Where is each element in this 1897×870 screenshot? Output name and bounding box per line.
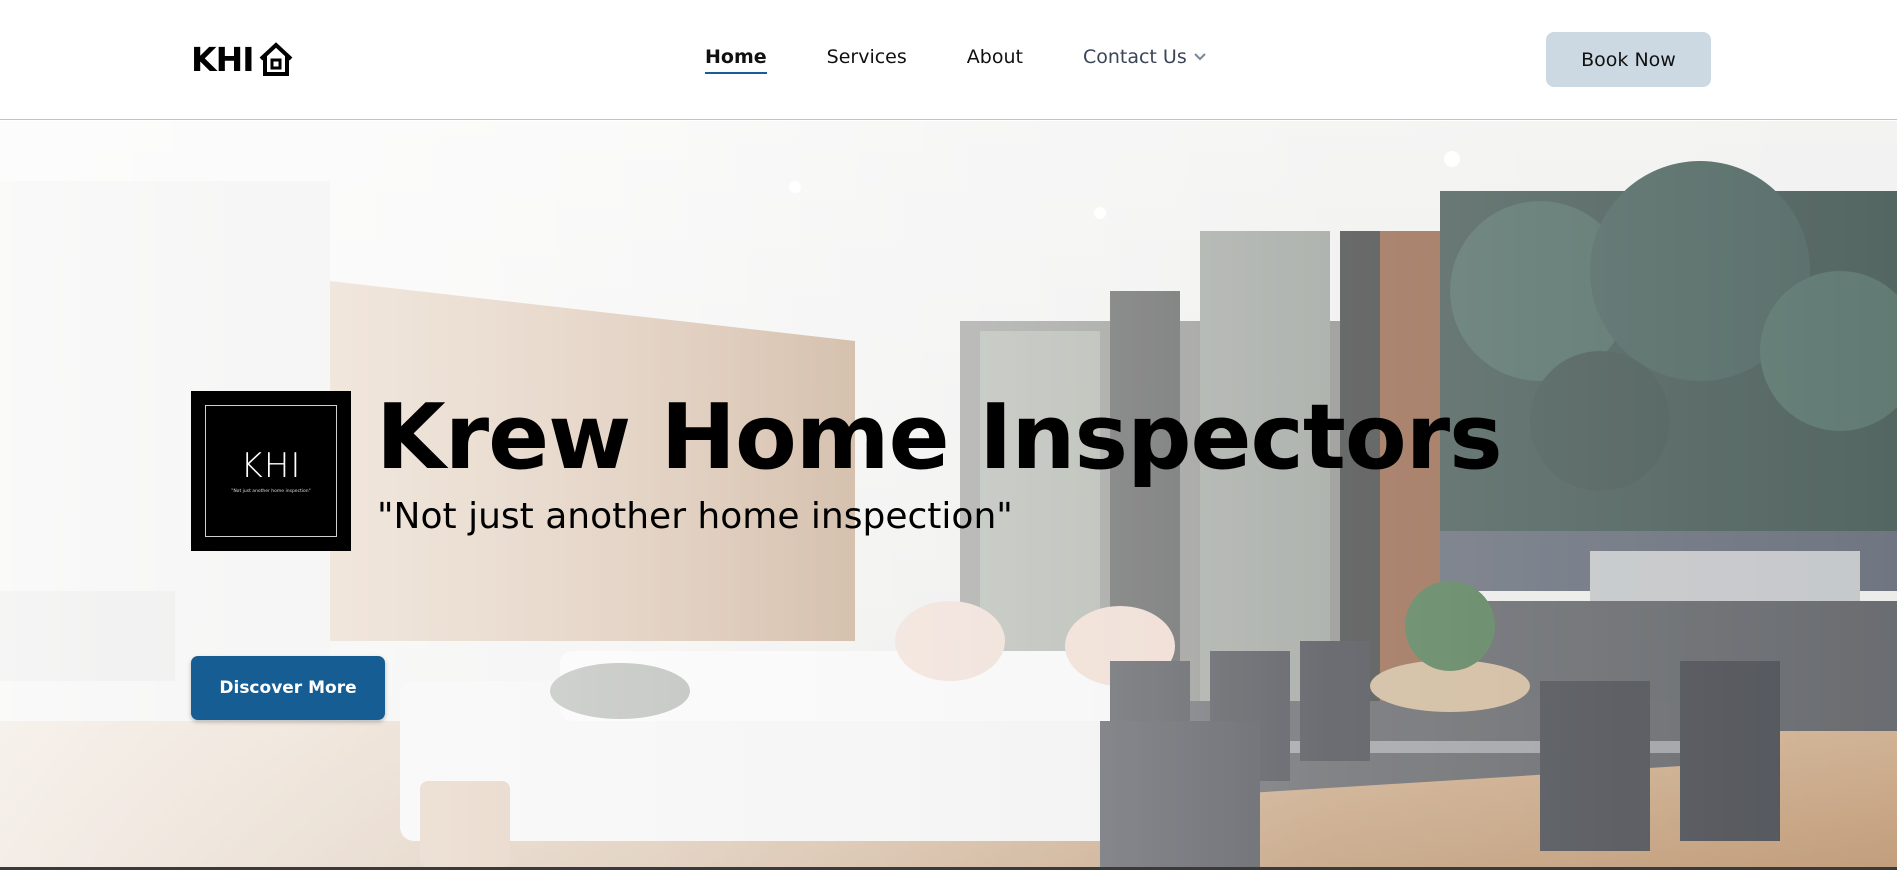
logo-text: KHI	[191, 39, 254, 79]
hero-subtitle: "Not just another home inspection"	[377, 496, 1013, 537]
nav-contact-label: Contact Us	[1082, 46, 1187, 68]
discover-more-button[interactable]: Discover More	[191, 656, 385, 720]
chevron-down-icon	[1194, 53, 1206, 61]
hero-logo-box: KHI "Not just another home inspection"	[191, 391, 351, 551]
site-logo[interactable]: KHI	[191, 38, 295, 80]
site-header: KHI Home Services About Contact Us Book …	[0, 0, 1897, 120]
nav-home[interactable]: Home	[705, 46, 767, 74]
hero-section: KHI "Not just another home inspection" K…	[0, 121, 1897, 867]
hero-logo-title: KHI	[240, 445, 302, 486]
hero-title: Krew Home Inspectors	[376, 385, 1503, 490]
nav-services[interactable]: Services	[827, 46, 907, 74]
hero-logo-tagline: "Not just another home inspection"	[231, 488, 311, 494]
hero-logo-frame: KHI "Not just another home inspection"	[205, 405, 337, 537]
house-icon	[260, 42, 293, 76]
nav-about[interactable]: About	[967, 46, 1023, 74]
book-now-button[interactable]: Book Now	[1546, 32, 1711, 87]
nav-contact-us[interactable]: Contact Us	[1083, 46, 1207, 74]
main-nav: Home Services About Contact Us	[705, 44, 1207, 76]
